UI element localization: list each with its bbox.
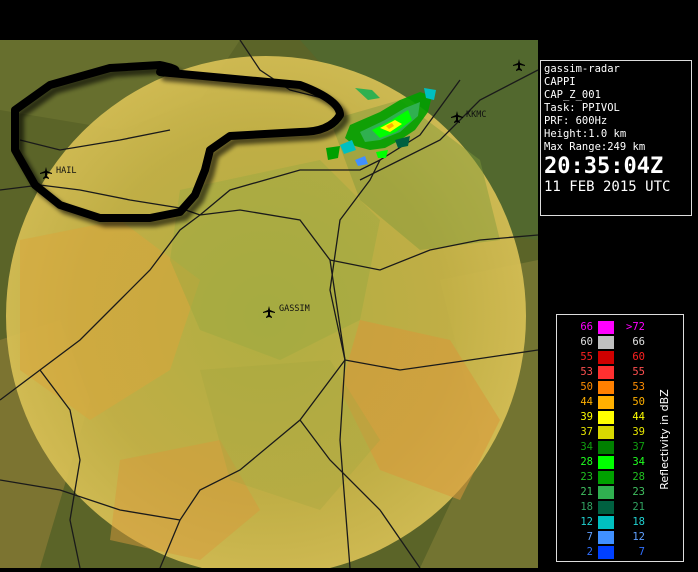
task-label: Task: PPIVOL (544, 102, 620, 114)
airport-icon-hail (40, 164, 52, 179)
legend-upper-value: 21 (632, 501, 645, 513)
legend-row: 53 55 (557, 366, 657, 379)
legend-lower-value: 18 (580, 501, 593, 513)
product-type: CAPPI (544, 76, 576, 88)
max-range-label: Max Range:249 km (544, 141, 646, 153)
legend-upper-value: 7 (638, 546, 645, 558)
legend-upper-value: 39 (632, 426, 645, 438)
legend-row: 66 >72 (557, 321, 657, 334)
legend-color-swatch (598, 516, 614, 529)
legend-color-swatch (598, 456, 614, 469)
legend-lower-value: 37 (580, 426, 593, 438)
airport-icon-kkmc (451, 108, 463, 123)
legend-color-swatch (598, 546, 614, 559)
product-id: CAP_Z_001 (544, 89, 601, 101)
legend-lower-value: 66 (580, 321, 593, 333)
legend-color-swatch (598, 366, 614, 379)
legend-row: 37 39 (557, 426, 657, 439)
legend-row: 23 28 (557, 471, 657, 484)
legend-title: Reflectivity in dBZ (653, 325, 675, 553)
airport-icon-northeast (513, 56, 525, 71)
radar-name: gassim-radar (544, 63, 620, 75)
radar-info-panel: gassim-radar CAPPI CAP_Z_001 Task: PPIVO… (540, 60, 692, 216)
legend-lower-value: 21 (580, 486, 593, 498)
legend-color-swatch (598, 501, 614, 514)
city-label-hail: HAIL (56, 166, 77, 176)
legend-row: 12 18 (557, 516, 657, 529)
legend-upper-value: 60 (632, 351, 645, 363)
legend-lower-value: 53 (580, 366, 593, 378)
radar-map[interactable]: HAIL KKMC GASSIM (0, 39, 539, 572)
legend-color-swatch (598, 351, 614, 364)
legend-color-swatch (598, 336, 614, 349)
city-label-gassim: GASSIM (279, 304, 310, 314)
legend-row: 50 53 (557, 381, 657, 394)
legend-lower-value: 50 (580, 381, 593, 393)
legend-upper-value: 53 (632, 381, 645, 393)
legend-color-swatch (598, 471, 614, 484)
legend-row: 18 21 (557, 501, 657, 514)
legend-color-swatch (598, 426, 614, 439)
legend-lower-value: 12 (580, 516, 593, 528)
legend-row: 60 66 (557, 336, 657, 349)
legend-lower-value: 55 (580, 351, 593, 363)
legend-upper-value: 37 (632, 441, 645, 453)
legend-row: 27 (557, 546, 657, 559)
observation-time: 20:35:04Z (544, 154, 664, 179)
legend-upper-value: 23 (632, 486, 645, 498)
legend-upper-value: 44 (632, 411, 645, 423)
observation-date: 11 FEB 2015 UTC (544, 179, 671, 195)
airport-icon-gassim (263, 303, 275, 318)
prf-label: PRF: 600Hz (544, 115, 608, 127)
legend-lower-value: 60 (580, 336, 593, 348)
legend-upper-value: 18 (632, 516, 645, 528)
legend-upper-value: 50 (632, 396, 645, 408)
legend-row: 39 44 (557, 411, 657, 424)
reflectivity-legend: 66 >72 60 66 55 60 53 55 50 53 44 50 39 44 37 39 34 37 28 3… (556, 314, 684, 562)
city-label-kkmc: KKMC (466, 110, 487, 120)
legend-lower-value: 28 (580, 456, 593, 468)
legend-upper-value: 66 (632, 336, 645, 348)
legend-row: 34 37 (557, 441, 657, 454)
legend-lower-value: 39 (580, 411, 593, 423)
legend-color-swatch (598, 396, 614, 409)
legend-row: 21 23 (557, 486, 657, 499)
legend-lower-value: 2 (586, 546, 593, 558)
legend-lower-value: 23 (580, 471, 593, 483)
legend-upper-value: 28 (632, 471, 645, 483)
legend-lower-value: 34 (580, 441, 593, 453)
legend-row: 55 60 (557, 351, 657, 364)
legend-lower-value: 7 (586, 531, 593, 543)
legend-upper-value: 34 (632, 456, 645, 468)
legend-color-swatch (598, 321, 614, 334)
legend-upper-value: >72 (626, 321, 645, 333)
legend-color-swatch (598, 486, 614, 499)
legend-color-swatch (598, 441, 614, 454)
legend-color-swatch (598, 411, 614, 424)
legend-upper-value: 55 (632, 366, 645, 378)
legend-color-swatch (598, 531, 614, 544)
height-label: Height:1.0 km (544, 128, 627, 140)
legend-row: 28 34 (557, 456, 657, 469)
legend-upper-value: 12 (632, 531, 645, 543)
legend-title-text: Reflectivity in dBZ (657, 388, 671, 490)
legend-row: 7 12 (557, 531, 657, 544)
legend-lower-value: 44 (580, 396, 593, 408)
legend-color-swatch (598, 381, 614, 394)
legend-row: 44 50 (557, 396, 657, 409)
